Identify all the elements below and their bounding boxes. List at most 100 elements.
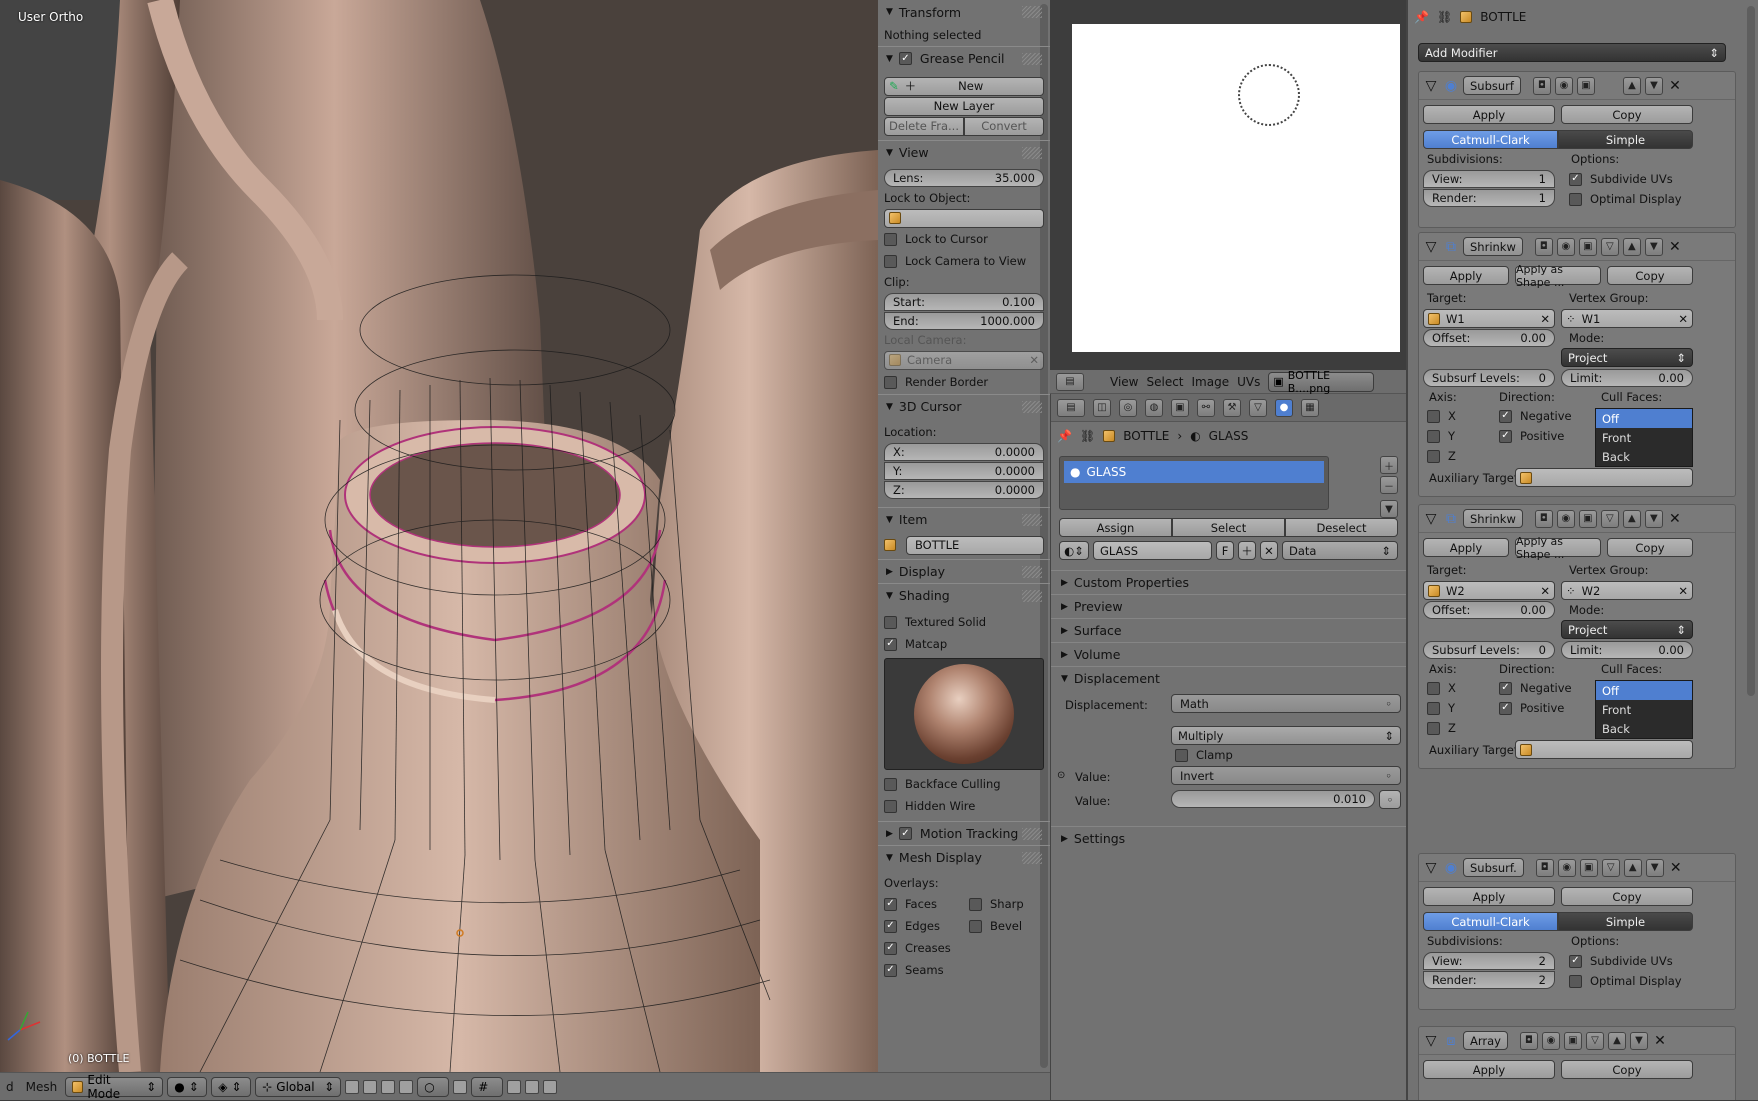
clear-x-icon[interactable]: ✕	[1540, 312, 1550, 326]
unlink-material-icon[interactable]: ✕	[1260, 541, 1278, 560]
cage-toggle-icon[interactable]: ▽	[1585, 1031, 1604, 1050]
lens-field[interactable]: Lens: 35.000	[884, 169, 1044, 187]
copy-button[interactable]: Copy	[1561, 1060, 1693, 1079]
displacement-node[interactable]: Math ◦	[1171, 694, 1401, 713]
grease-pencil-checkbox[interactable]	[898, 52, 912, 65]
apply-button[interactable]: Apply	[1423, 538, 1509, 557]
vertex-group-field[interactable]: ⁘ W1 ✕	[1561, 309, 1693, 328]
render-toggle-icon[interactable]: ◘	[1535, 858, 1554, 877]
axis-x-checkbox[interactable]	[1427, 681, 1440, 695]
editor-type-icon[interactable]: ▤	[1056, 372, 1084, 391]
section-volume[interactable]: ▶ Volume	[1051, 642, 1406, 666]
gp-delete-frame-button[interactable]: Delete Fra...	[884, 116, 964, 136]
move-up-icon[interactable]: ▲	[1623, 858, 1642, 877]
select-mode-icon[interactable]	[399, 1079, 414, 1094]
positive-checkbox[interactable]	[1499, 701, 1512, 715]
view-levels-field[interactable]: View: 1	[1423, 170, 1555, 188]
cursor-x-field[interactable]: X: 0.0000	[884, 442, 1044, 461]
target-field[interactable]: W1 ✕	[1423, 309, 1555, 328]
editor-type-icon[interactable]: ▤	[1057, 398, 1085, 417]
vertex-group-field[interactable]: ⁘ W2 ✕	[1561, 581, 1693, 600]
close-icon[interactable]: ✕	[1667, 511, 1683, 527]
constraint-tab-icon[interactable]: ⚯	[1197, 398, 1215, 417]
mode-select[interactable]: Edit Mode ⇕	[65, 1073, 164, 1101]
move-up-icon[interactable]: ▲	[1622, 509, 1641, 528]
visibility-eye-icon[interactable]: ◉	[1541, 1031, 1560, 1050]
panel-display[interactable]: ▶ Display	[878, 559, 1050, 583]
move-up-icon[interactable]: ▲	[1622, 237, 1641, 256]
move-down-icon[interactable]: ▼	[1629, 1031, 1648, 1050]
panel-view[interactable]: ▼ View	[878, 140, 1050, 164]
panel-item[interactable]: ▼ Item	[878, 507, 1050, 531]
axis-z-checkbox[interactable]	[1427, 721, 1440, 735]
deselect-button[interactable]: Deselect	[1285, 518, 1398, 537]
proportional-edit[interactable]: ○	[417, 1076, 450, 1097]
visibility-eye-icon[interactable]: ◉	[1556, 509, 1575, 528]
cull-back-option[interactable]: Back	[1596, 447, 1692, 466]
visibility-eye-icon[interactable]: ◉	[1554, 76, 1573, 95]
render-toggle-icon[interactable]: ◘	[1532, 76, 1551, 95]
negative-checkbox[interactable]	[1499, 681, 1512, 695]
mode-dropdown[interactable]: Project ⇕	[1561, 348, 1693, 367]
layer-toggle-3[interactable]	[381, 1079, 396, 1094]
cull-front-option[interactable]: Front	[1596, 428, 1692, 447]
menu-select[interactable]: Select	[1146, 375, 1183, 389]
aux-target-field[interactable]	[1515, 740, 1693, 759]
cursor-z-field[interactable]: Z: 0.0000	[884, 480, 1044, 499]
subdivide-uvs-checkbox[interactable]	[1569, 954, 1582, 968]
editmode-toggle-icon[interactable]: ▣	[1578, 509, 1597, 528]
pin-icon[interactable]: 📌	[1057, 429, 1072, 443]
render-levels-field[interactable]: Render: 1	[1423, 189, 1555, 207]
cage-toggle-icon[interactable]: ▽	[1601, 858, 1620, 877]
data-tab-icon[interactable]: ▽	[1249, 398, 1267, 417]
render-tab-icon[interactable]: ◫	[1093, 398, 1111, 417]
layer-toggle-1[interactable]	[345, 1079, 360, 1094]
move-down-icon[interactable]: ▼	[1644, 509, 1663, 528]
lock-camera-checkbox[interactable]	[884, 254, 897, 268]
panel-shading[interactable]: ▼ Shading	[878, 583, 1050, 607]
visibility-eye-icon[interactable]: ◉	[1556, 237, 1575, 256]
value1-node[interactable]: Invert ◦	[1171, 766, 1401, 785]
link-dropdown[interactable]: Data ⇕	[1282, 541, 1398, 560]
catmull-clark-button[interactable]: Catmull-Clark	[1423, 912, 1558, 931]
section-surface[interactable]: ▶ Surface	[1051, 618, 1406, 642]
material-name-field[interactable]: GLASS	[1093, 541, 1212, 560]
aux-target-field[interactable]	[1515, 468, 1693, 487]
creases-checkbox[interactable]	[884, 941, 897, 955]
edges-checkbox[interactable]	[884, 919, 897, 933]
collapse-triangle-icon[interactable]: ▽	[1423, 860, 1439, 876]
cull-back-option[interactable]: Back	[1596, 719, 1692, 738]
select-button[interactable]: Select	[1172, 518, 1285, 537]
texture-tab-icon[interactable]: ▦	[1301, 398, 1319, 417]
negative-checkbox[interactable]	[1499, 409, 1512, 423]
clamp-checkbox[interactable]	[1175, 748, 1188, 762]
gp-new-button[interactable]: ✎ ＋ New	[884, 76, 1044, 96]
image-browse[interactable]: ▣ BOTTLE B....png	[1268, 369, 1375, 395]
apply-as-shape-button[interactable]: Apply as Shape ...	[1515, 535, 1601, 561]
apply-as-shape-button[interactable]: Apply as Shape ...	[1515, 263, 1601, 289]
clear-x-icon[interactable]: ✕	[1678, 584, 1688, 598]
optimal-display-checkbox[interactable]	[1569, 192, 1582, 206]
move-up-icon[interactable]: ▲	[1622, 76, 1641, 95]
cage-toggle-icon[interactable]: ▽	[1600, 237, 1619, 256]
operation-dropdown[interactable]: Multiply ⇕	[1171, 726, 1401, 745]
motion-tracking-checkbox[interactable]	[898, 827, 912, 840]
render-toggle-icon[interactable]: ◘	[1534, 237, 1553, 256]
modifier-name-field[interactable]: Subsurf	[1463, 76, 1521, 95]
apply-button[interactable]: Apply	[1423, 887, 1555, 906]
assign-button[interactable]: Assign	[1059, 518, 1172, 537]
value2-field[interactable]: 0.010	[1171, 790, 1375, 808]
copy-button[interactable]: Copy	[1607, 266, 1693, 285]
material-tab-icon[interactable]: ●	[1275, 398, 1293, 417]
gp-convert-button[interactable]: Convert	[964, 116, 1044, 136]
offset-field[interactable]: Offset: 0.00	[1423, 601, 1555, 619]
modifier-name-field[interactable]: Array	[1463, 1031, 1508, 1050]
optimal-display-checkbox[interactable]	[1569, 974, 1582, 988]
mode-dropdown[interactable]: Project ⇕	[1561, 620, 1693, 639]
remove-slot-icon[interactable]: －	[1380, 476, 1398, 494]
simple-button[interactable]: Simple	[1558, 912, 1693, 931]
menu-image[interactable]: Image	[1192, 375, 1230, 389]
hidden-wire-checkbox[interactable]	[884, 799, 897, 813]
pivot-select[interactable]: ◈ ⇕	[211, 1076, 252, 1097]
slot-row[interactable]: ● GLASS	[1064, 461, 1324, 483]
